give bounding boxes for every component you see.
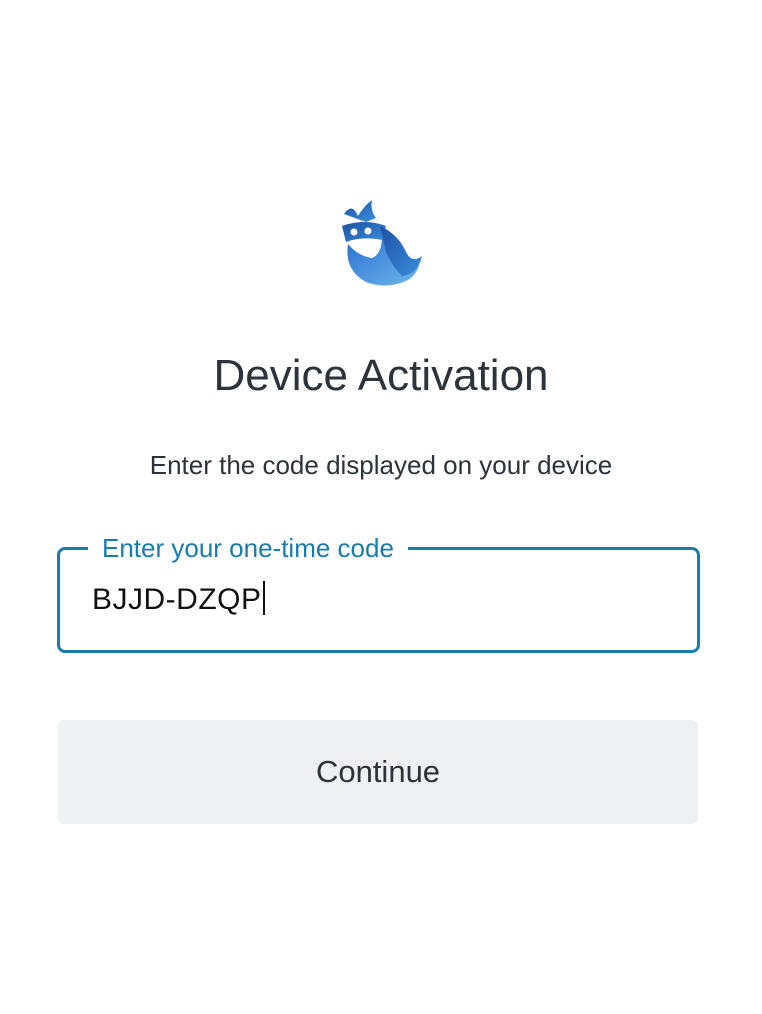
continue-button[interactable]: Continue xyxy=(58,720,698,824)
page-subtitle: Enter the code displayed on your device xyxy=(149,450,613,480)
text-caret xyxy=(262,581,265,615)
one-time-code-label: Enter your one-time code xyxy=(88,530,408,566)
one-time-code-input[interactable]: BJJD-DZQP xyxy=(92,580,265,620)
one-time-code-value: BJJD-DZQP xyxy=(92,583,262,616)
owl-logo-icon xyxy=(336,196,426,288)
page-title: Device Activation xyxy=(213,351,549,400)
one-time-code-field[interactable]: Enter your one-time code BJJD-DZQP xyxy=(57,530,700,653)
